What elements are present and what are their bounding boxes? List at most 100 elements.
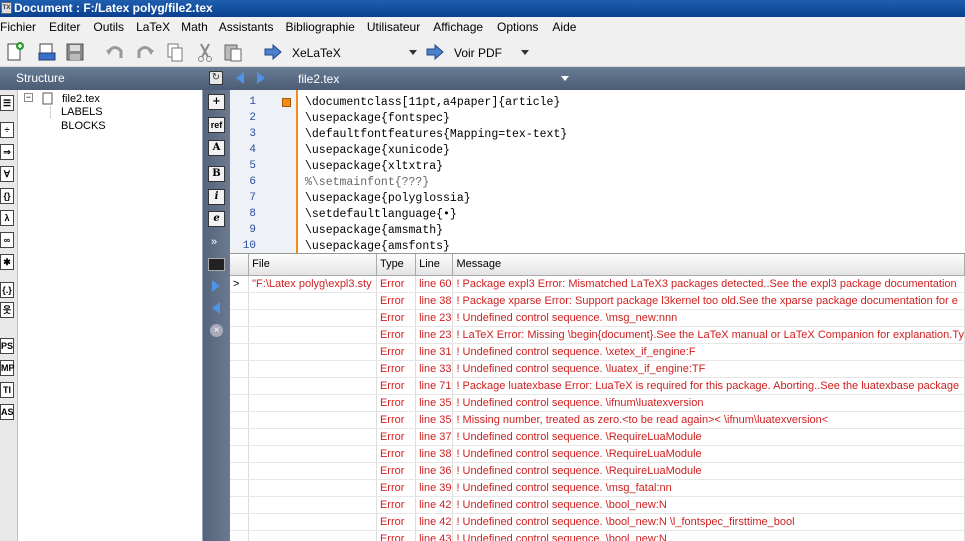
log-row[interactable]: Error line 33! Undefined control sequence… xyxy=(230,360,965,378)
menu-aide[interactable]: Aide xyxy=(546,20,584,34)
log-cell-file xyxy=(248,326,377,344)
log-row[interactable]: Error line 71! Package luatexbase Error: … xyxy=(230,377,965,395)
log-cell-message: ! Undefined control sequence. \xetex_if_… xyxy=(452,343,965,361)
log-header-file[interactable]: File xyxy=(248,254,377,276)
log-row[interactable]: Error line 42! Undefined control sequence… xyxy=(230,513,965,531)
menu-bibliographie[interactable]: Bibliographie xyxy=(281,20,362,34)
chevron-down-icon[interactable] xyxy=(561,76,569,81)
infinity-icon[interactable]: ∞ xyxy=(0,232,14,248)
log-row[interactable]: Error line 43! Undefined control sequence… xyxy=(230,530,965,541)
font-size-icon[interactable]: A xyxy=(208,140,225,156)
fold-marker-icon[interactable] xyxy=(282,98,291,107)
log-row[interactable]: Error line 39! Undefined control sequence… xyxy=(230,479,965,497)
operators-icon[interactable]: ÷ xyxy=(0,122,14,138)
menu-math[interactable]: Math xyxy=(178,20,216,34)
line-number: 3 xyxy=(249,128,256,140)
log-row[interactable]: Error line 42! Undefined control sequence… xyxy=(230,496,965,514)
log-row[interactable]: Error line 23! Undefined control sequence… xyxy=(230,309,965,327)
viewer-select[interactable]: Voir PDF xyxy=(454,44,529,62)
save-icon[interactable] xyxy=(64,41,86,63)
italic-icon[interactable]: i xyxy=(208,189,225,205)
new-file-icon[interactable] xyxy=(4,41,26,63)
compile-arrow-icon[interactable] xyxy=(262,41,284,63)
file-tab[interactable]: file2.tex xyxy=(298,72,339,86)
log-header-type[interactable]: Type xyxy=(376,254,417,276)
log-header-marker[interactable] xyxy=(230,254,250,276)
forall-icon[interactable]: ∀ xyxy=(0,166,14,182)
log-cell-message: ! Package xparse Error: Support package … xyxy=(452,292,965,310)
terminal-icon[interactable] xyxy=(208,258,225,271)
log-row[interactable]: Error line 35! Missing number, treated as… xyxy=(230,411,965,429)
log-cell-line: line 23 xyxy=(415,309,454,327)
paste-icon[interactable] xyxy=(222,41,244,63)
refresh-icon[interactable]: ↻ xyxy=(209,71,223,85)
insert-icon[interactable]: + xyxy=(208,94,225,110)
arrows-icon[interactable]: ⇒ xyxy=(0,144,14,160)
copy-icon[interactable] xyxy=(164,41,186,63)
tree-item-file2[interactable]: file2.tex xyxy=(62,93,100,105)
log-cell-marker xyxy=(230,530,250,541)
tree-collapse-icon[interactable]: − xyxy=(24,93,33,102)
menu-outils[interactable]: Outils xyxy=(88,20,132,34)
braces-icon[interactable]: {} xyxy=(0,188,14,204)
log-row[interactable]: Error line 35! Undefined control sequence… xyxy=(230,394,965,412)
menu-editer[interactable]: Editer xyxy=(44,20,88,34)
next-arrow-icon[interactable] xyxy=(256,72,266,84)
log-row[interactable]: Error line 36! Undefined control sequence… xyxy=(230,462,965,480)
open-file-icon[interactable] xyxy=(36,41,58,63)
log-cell-line: line 35 xyxy=(415,394,454,412)
menu-utilisateur[interactable]: Utilisateur xyxy=(363,20,428,34)
undo-icon[interactable] xyxy=(104,41,126,63)
log-row[interactable]: Error line 37! Undefined control sequence… xyxy=(230,428,965,446)
code-line: \usepackage{fontspec} xyxy=(305,112,450,125)
log-cell-message: ! Undefined control sequence. \bool_new:… xyxy=(452,513,965,531)
log-cell-file xyxy=(248,462,377,480)
chevron-down-icon xyxy=(409,50,417,55)
menu-latex[interactable]: LaTeX xyxy=(132,20,178,34)
menu-assistants[interactable]: Assistants xyxy=(216,20,282,34)
log-cell-type: Error xyxy=(376,377,417,395)
prev-error-icon[interactable] xyxy=(211,302,221,314)
menu-options[interactable]: Options xyxy=(491,20,546,34)
log-cell-type: Error xyxy=(376,343,417,361)
greek-icon[interactable]: λ xyxy=(0,210,14,226)
stop-icon[interactable]: × xyxy=(210,324,223,337)
log-row[interactable]: Error line 31! Undefined control sequence… xyxy=(230,343,965,361)
log-cell-message: ! Undefined control sequence. \luatex_if… xyxy=(452,360,965,378)
cut-icon[interactable] xyxy=(194,41,216,63)
window-title: Document : F:/Latex polyg/file2.tex xyxy=(14,1,213,15)
log-cell-message: ! Undefined control sequence. \msg_fatal… xyxy=(452,479,965,497)
log-row[interactable]: > "F:\Latex polyg\expl3.sty Error line 60! … xyxy=(230,275,965,293)
symbols-list-icon[interactable]: ☰ xyxy=(0,95,14,111)
view-arrow-icon[interactable] xyxy=(424,41,446,63)
log-panel: File Type Line Message > "F:\Latex polyg\… xyxy=(230,253,965,541)
code-editor[interactable]: 1 2 3 4 5 6 7 8 9 10 \documentclass[11pt… xyxy=(230,90,965,253)
ref-icon[interactable]: ref xyxy=(208,117,225,133)
next-error-icon[interactable] xyxy=(211,280,221,292)
asymptote-icon[interactable]: AS xyxy=(0,404,14,420)
log-row[interactable]: Error line 38! Undefined control sequence… xyxy=(230,445,965,463)
metapost-icon[interactable]: MP xyxy=(0,360,15,376)
menu-affichage[interactable]: Affichage xyxy=(428,20,491,34)
asterisk-icon[interactable]: ✱ xyxy=(0,254,14,270)
log-header-message[interactable]: Message xyxy=(452,254,965,276)
tree-item-blocks[interactable]: BLOCKS xyxy=(61,120,106,132)
delimiters-icon[interactable]: {.} xyxy=(0,282,14,298)
compiler-select[interactable]: XeLaTeX xyxy=(292,44,417,62)
log-row[interactable]: Error line 23! LaTeX Error: Missing \begi… xyxy=(230,326,965,344)
more-icon[interactable]: » xyxy=(211,236,217,248)
menu-fichier[interactable]: Fichier xyxy=(0,20,44,34)
redo-icon[interactable] xyxy=(134,41,156,63)
bold-icon[interactable]: B xyxy=(208,166,225,182)
log-header-line[interactable]: Line xyxy=(415,254,454,276)
tree-item-labels[interactable]: LABELS xyxy=(61,106,103,118)
log-row[interactable]: Error line 38! Package xparse Error: Supp… xyxy=(230,292,965,310)
prev-arrow-icon[interactable] xyxy=(235,72,245,84)
editor-header: ↻ file2.tex xyxy=(203,67,965,90)
tikz-icon[interactable]: TI xyxy=(0,382,14,398)
line-number: 6 xyxy=(249,176,256,188)
pstricks-icon[interactable]: PS xyxy=(0,338,14,354)
emphasis-icon[interactable]: e xyxy=(208,211,225,227)
log-cell-line: line 42 xyxy=(415,496,454,514)
user-icon[interactable]: 웃 xyxy=(0,302,14,318)
